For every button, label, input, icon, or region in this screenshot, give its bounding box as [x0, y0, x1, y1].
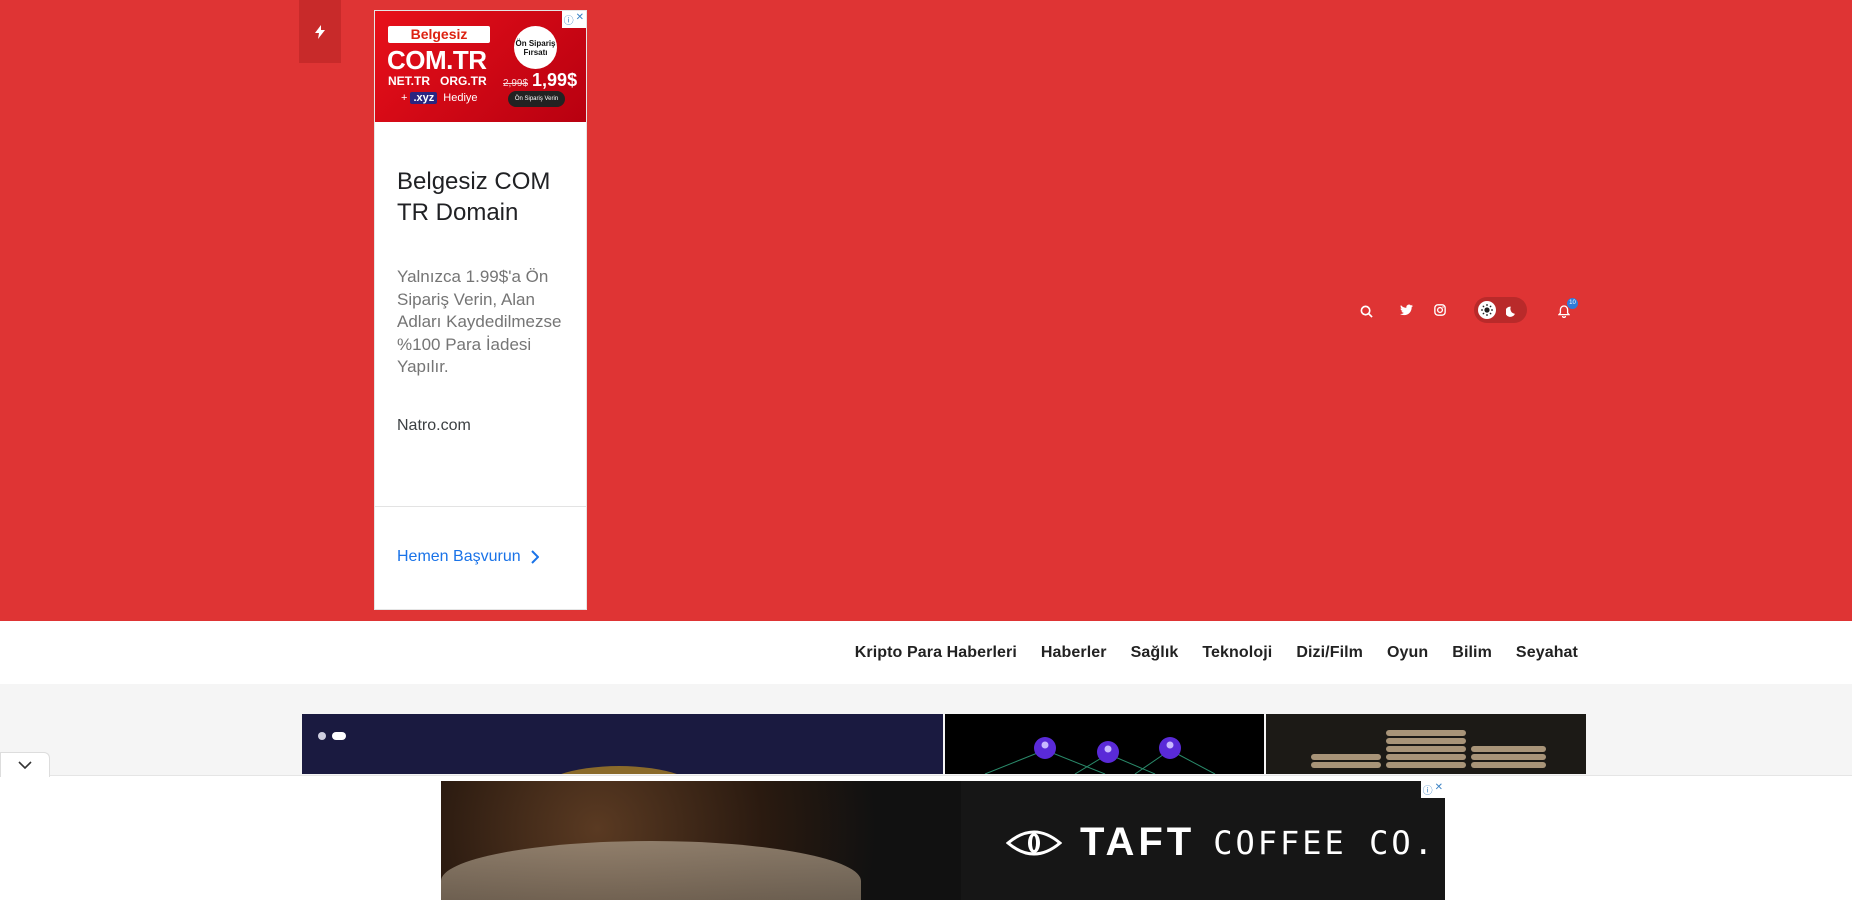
header-hero	[0, 0, 1852, 621]
close-icon[interactable]: ✕	[576, 12, 584, 27]
nav-item-seyahat[interactable]: Seyahat	[1516, 644, 1578, 662]
ad-badge: Ön Sipariş Fırsatı	[514, 26, 557, 69]
coffee-brand: TAFT	[1080, 820, 1196, 864]
ad-gift: Hediye	[443, 92, 478, 104]
ad-divider	[375, 506, 586, 507]
notification-count-badge: 10	[1567, 298, 1578, 309]
ad-description: Yalnızca 1.99$'a Ön Sipariş Verin, Alan …	[397, 267, 562, 376]
nav-item-saglik[interactable]: Sağlık	[1131, 644, 1179, 662]
featured-card-coins[interactable]	[1266, 714, 1586, 774]
side-advertisement[interactable]: ⓘ ✕ Belgesiz COM.TR NET.TR ORG.TR + .xyz…	[374, 10, 587, 610]
ad-old-price: 2,99$	[503, 78, 529, 89]
ad-pill: Belgesiz	[388, 26, 490, 43]
close-icon[interactable]: ✕	[1435, 782, 1443, 797]
moon-icon	[1505, 306, 1515, 317]
main-menu: Kripto Para Haberleri Haberler Sağlık Te…	[855, 621, 1578, 684]
ad-net-text: NET.TR ORG.TR	[388, 74, 487, 88]
chevron-right-icon	[530, 550, 539, 564]
collapse-ad-button[interactable]	[0, 752, 50, 777]
nav-item-kripto[interactable]: Kripto Para Haberleri	[855, 644, 1017, 662]
ad-xyz: .xyz	[410, 92, 438, 104]
ad-choices-bottom[interactable]: ⓘ ✕	[1420, 781, 1445, 798]
featured-card-network[interactable]	[945, 714, 1264, 774]
flash-icon	[315, 24, 325, 39]
ad-xyz-line: + .xyz Hediye	[401, 92, 478, 104]
slider-dots	[318, 732, 346, 740]
nav-item-haberler[interactable]: Haberler	[1041, 644, 1107, 662]
sun-icon	[1481, 304, 1493, 316]
eye-logo-icon	[1006, 830, 1062, 855]
ad-com-text: COM.TR	[387, 45, 487, 75]
ad-title[interactable]: Belgesiz COM TR Domain	[397, 166, 567, 228]
instagram-icon	[1434, 304, 1446, 316]
search-icon	[1360, 305, 1373, 318]
ad-new-price: 1,99$	[532, 70, 578, 90]
chevron-down-icon	[18, 761, 32, 769]
main-navbar: Kripto Para Haberleri Haberler Sağlık Te…	[0, 621, 1852, 684]
ad-banner-image[interactable]: ⓘ ✕ Belgesiz COM.TR NET.TR ORG.TR + .xyz…	[375, 11, 586, 122]
sun-knob	[1478, 301, 1496, 319]
info-icon[interactable]: ⓘ	[564, 12, 574, 27]
bottom-advertisement[interactable]: TAFT COFFEE CO. ⓘ ✕	[441, 781, 1445, 900]
coins-image	[1311, 730, 1546, 768]
nav-item-bilim[interactable]: Bilim	[1452, 644, 1492, 662]
theme-toggle[interactable]	[1474, 297, 1527, 323]
ad-cta-link[interactable]: Hemen Başvurun	[397, 548, 539, 566]
ad-choices[interactable]: ⓘ ✕	[561, 11, 586, 28]
ad-order-button[interactable]: Ön Sipariş Verin	[508, 91, 565, 107]
featured-slider[interactable]	[302, 714, 943, 774]
network-image	[984, 737, 1216, 774]
coffee-suffix: COFFEE CO.	[1213, 823, 1436, 862]
twitter-icon	[1399, 304, 1413, 316]
nav-item-oyun[interactable]: Oyun	[1387, 644, 1428, 662]
instagram-link[interactable]	[1432, 302, 1448, 318]
ad-cta-label: Hemen Başvurun	[397, 548, 521, 565]
nav-item-dizi-film[interactable]: Dizi/Film	[1296, 644, 1363, 662]
moon-knob	[1504, 302, 1520, 318]
ad-price: 2,99$ 1,99$	[503, 70, 577, 91]
nav-item-teknoloji[interactable]: Teknoloji	[1202, 644, 1272, 662]
info-icon[interactable]: ⓘ	[1423, 782, 1433, 797]
search-button[interactable]	[1358, 303, 1374, 319]
coffee-logo: TAFT COFFEE CO.	[1006, 820, 1436, 865]
slider-dot[interactable]	[318, 732, 326, 740]
ad-domain[interactable]: Natro.com	[397, 417, 586, 435]
slide-image	[534, 766, 704, 774]
flash-news-button[interactable]	[299, 0, 341, 63]
slider-dot-active[interactable]	[332, 732, 346, 740]
twitter-link[interactable]	[1398, 302, 1414, 318]
